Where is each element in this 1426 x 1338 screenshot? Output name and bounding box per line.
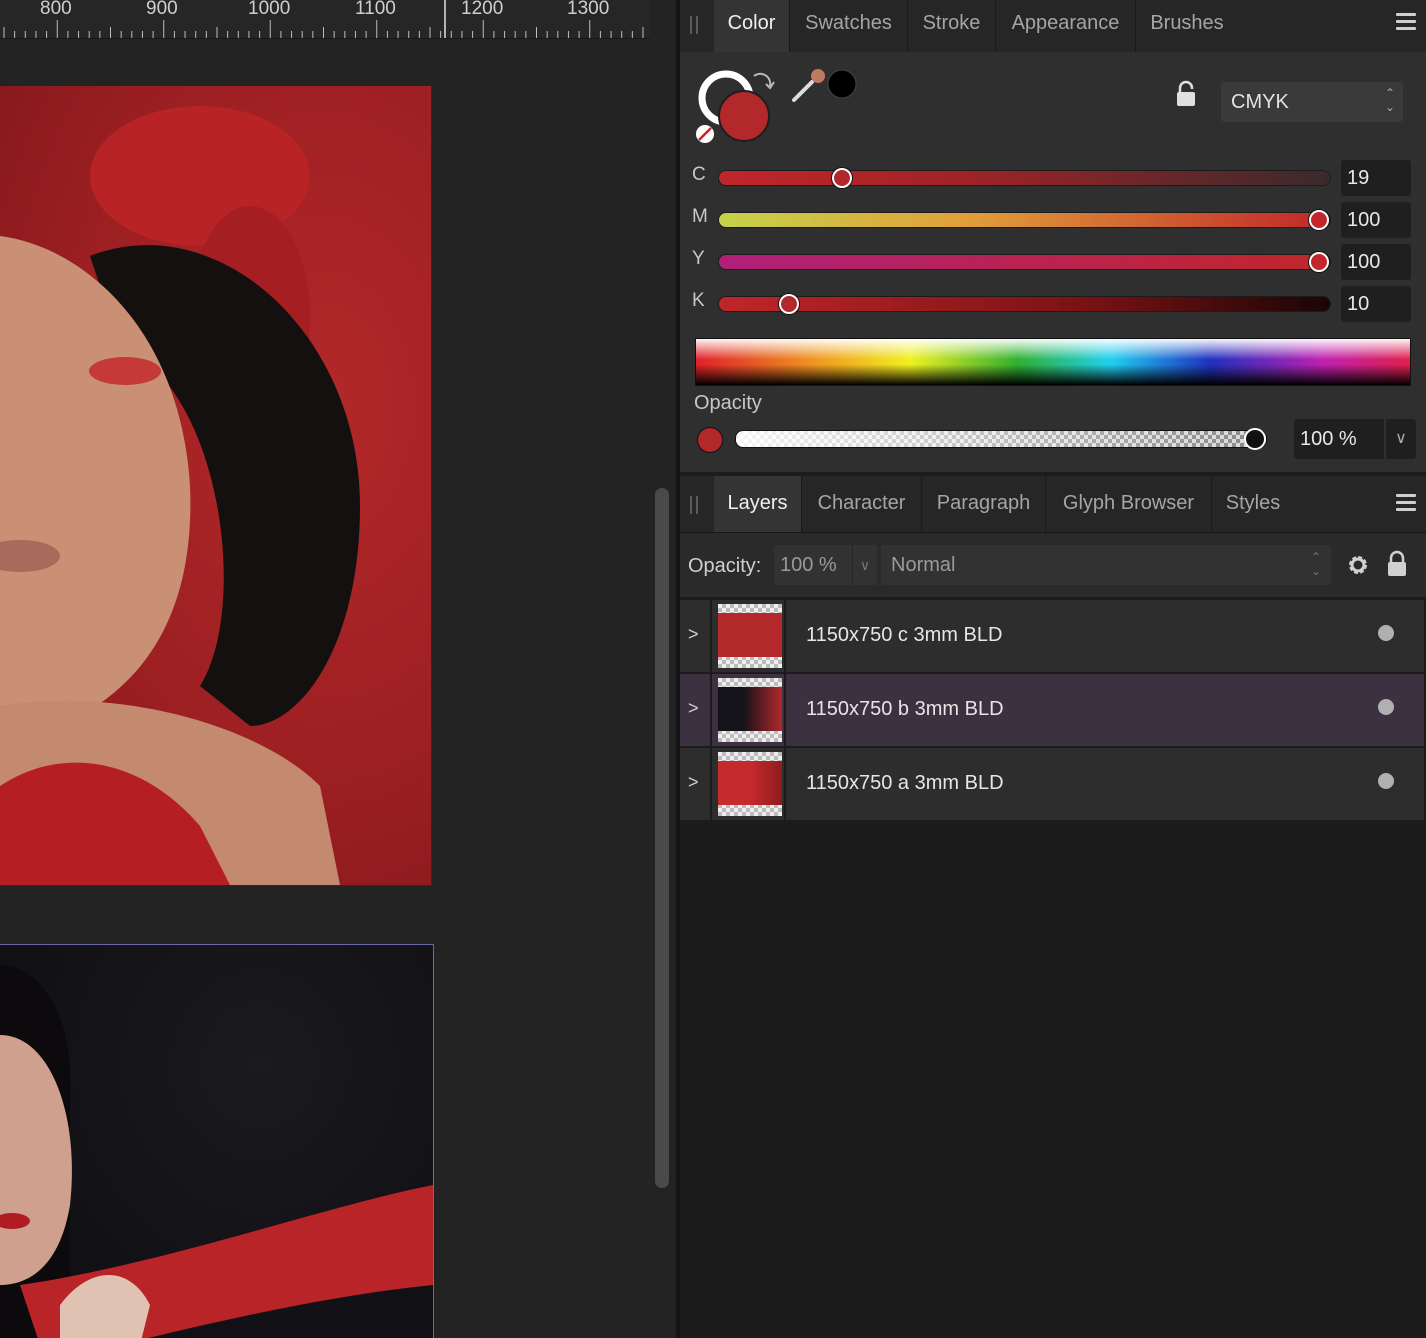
layers-panel-tabbar: Layers Character Paragraph Glyph Browser… [680, 476, 1426, 533]
layer-thumbnail [718, 752, 782, 816]
magenta-slider-row: M 100 [680, 202, 1426, 242]
cyan-slider-track[interactable] [718, 170, 1331, 186]
visibility-dot-icon[interactable] [1378, 625, 1394, 641]
ruler-label: 1000 [248, 0, 291, 19]
expand-chevron-icon[interactable]: > [688, 772, 699, 793]
ruler-label: 1200 [461, 0, 504, 19]
expand-chevron-icon[interactable]: > [688, 624, 699, 645]
opacity-slider-track[interactable] [735, 430, 1267, 448]
color-model-value: CMYK [1231, 91, 1289, 113]
yellow-slider-knob[interactable] [1309, 252, 1329, 272]
fill-color-swatch[interactable] [718, 90, 770, 142]
layer-row-selected[interactable]: > 1150x750 b 3mm BLD [680, 674, 1424, 748]
layer-row[interactable]: > 1150x750 c 3mm BLD [680, 600, 1424, 674]
fill-stroke-well[interactable] [694, 66, 790, 148]
tab-color[interactable]: Color [714, 0, 790, 52]
layer-row[interactable]: > 1150x750 a 3mm BLD [680, 748, 1424, 822]
picked-color-swatch[interactable] [827, 69, 857, 99]
visibility-dot-icon[interactable] [1378, 699, 1394, 715]
tab-stroke[interactable]: Stroke [908, 0, 996, 52]
blend-mode-select[interactable]: Normal ⌃ ⌄ [881, 545, 1331, 585]
thumbnail-image [718, 761, 782, 805]
black-slider-row: K 10 [680, 286, 1426, 326]
opacity-slider-knob[interactable] [1244, 428, 1266, 450]
gear-icon[interactable] [1346, 553, 1370, 577]
layer-thumbnail [718, 678, 782, 742]
slider-letter: M [692, 206, 708, 227]
blend-mode-value: Normal [891, 554, 956, 576]
lock-icon[interactable] [1175, 80, 1197, 108]
yellow-slider-row: Y 100 [680, 244, 1426, 284]
slider-letter: Y [692, 248, 705, 269]
tab-styles[interactable]: Styles [1212, 476, 1294, 532]
layer-name[interactable]: 1150x750 c 3mm BLD [806, 624, 1002, 647]
ruler-label: 1300 [567, 0, 610, 19]
color-model-select[interactable]: CMYK ⌃ ⌄ [1221, 82, 1403, 122]
eyedropper-tool[interactable] [788, 66, 860, 106]
tab-paragraph[interactable]: Paragraph [922, 476, 1046, 532]
opacity-value-field[interactable]: 100 % [1294, 419, 1384, 459]
slider-letter: C [692, 164, 706, 185]
chevron-down-icon[interactable]: ∨ [1386, 419, 1416, 459]
layer-thumbnail-cell [710, 748, 786, 820]
cyan-slider-knob[interactable] [831, 168, 852, 188]
panel-grip-handle[interactable] [690, 16, 698, 34]
layer-name[interactable]: 1150x750 a 3mm BLD [806, 772, 1004, 795]
up-down-chevron-icon: ⌃ ⌄ [1310, 550, 1321, 578]
yellow-value-field[interactable]: 100 [1341, 244, 1411, 280]
chevron-down-icon[interactable]: ∨ [852, 545, 877, 585]
panel-grip-handle[interactable] [690, 496, 698, 514]
layer-thumbnail-cell [710, 674, 786, 746]
ruler-label: 1100 [355, 0, 396, 19]
magenta-value-field[interactable]: 100 [1341, 202, 1411, 238]
horizontal-ruler[interactable]: 800 900 1000 1100 1200 1300 [0, 0, 668, 39]
vertical-scrollbar-thumb[interactable] [655, 488, 669, 1188]
layer-name[interactable]: 1150x750 b 3mm BLD [806, 698, 1004, 721]
layer-opacity-label: Opacity: [688, 555, 762, 577]
visibility-dot-icon[interactable] [1378, 773, 1394, 789]
panel-menu-icon[interactable] [1396, 494, 1416, 512]
ruler-label: 900 [146, 0, 178, 19]
canvas-area[interactable]: 800 900 1000 1100 1200 1300 [0, 0, 676, 1338]
tab-layers[interactable]: Layers [714, 476, 802, 532]
color-panel: CMYK ⌃ ⌄ C 19 M 100 Y 100 K 10 Opacity 1… [680, 52, 1426, 472]
tab-glyph-browser[interactable]: Glyph Browser [1046, 476, 1212, 532]
tab-character[interactable]: Character [802, 476, 922, 532]
studio-panels: Color Swatches Stroke Appearance Brushes [680, 0, 1426, 1338]
black-value-field[interactable]: 10 [1341, 286, 1411, 322]
tab-brushes[interactable]: Brushes [1136, 0, 1238, 52]
ruler-label: 800 [40, 0, 72, 19]
cyan-value-field[interactable]: 19 [1341, 160, 1411, 196]
color-panel-tabbar: Color Swatches Stroke Appearance Brushes [680, 0, 1426, 53]
thumbnail-image [718, 687, 782, 731]
yellow-slider-track[interactable] [718, 254, 1331, 270]
expand-chevron-icon[interactable]: > [688, 698, 699, 719]
black-slider-knob[interactable] [778, 294, 799, 314]
up-down-chevron-icon: ⌃ ⌄ [1384, 86, 1395, 114]
portrait-photo-dark [0, 965, 433, 1338]
magenta-slider-track[interactable] [718, 212, 1331, 228]
magenta-slider-knob[interactable] [1309, 210, 1329, 230]
eyedropper-icon [792, 80, 814, 102]
tab-swatches[interactable]: Swatches [790, 0, 908, 52]
portrait-photo [0, 106, 360, 885]
red-eyeshadow [89, 357, 161, 385]
thumbnail-image [718, 613, 782, 657]
swap-colors-icon[interactable] [753, 72, 772, 87]
lock-icon[interactable] [1386, 550, 1408, 578]
color-spectrum-picker[interactable] [695, 338, 1411, 386]
layer-thumbnail-cell [710, 600, 786, 672]
cyan-slider-row: C 19 [680, 160, 1426, 200]
layer-thumbnail [718, 604, 782, 668]
layer-opacity-field[interactable]: 100 % [774, 545, 852, 585]
panel-menu-icon[interactable] [1396, 13, 1416, 31]
opacity-label: Opacity [694, 392, 762, 414]
opacity-color-swatch [697, 427, 723, 453]
artboard-dark-portrait[interactable] [0, 944, 434, 1338]
black-slider-track[interactable] [718, 296, 1331, 312]
slider-letter: K [692, 290, 705, 311]
artboard-red-portrait[interactable] [0, 86, 432, 886]
layers-toolbar: Opacity: 100 % ∨ Normal ⌃ ⌄ [680, 533, 1426, 597]
tab-appearance[interactable]: Appearance [996, 0, 1136, 52]
